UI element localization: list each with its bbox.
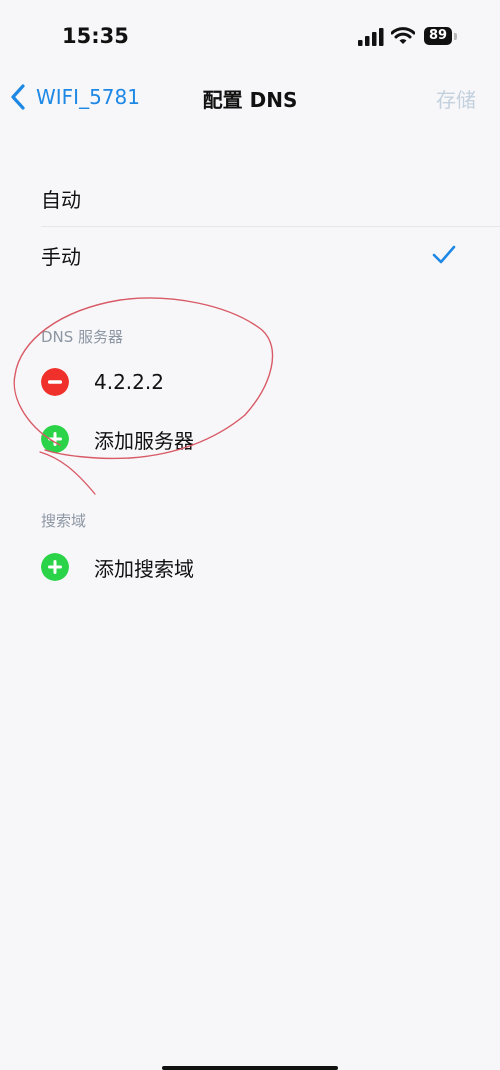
- add-search-domain-label: 添加搜索域: [94, 556, 194, 581]
- wifi-icon: [391, 27, 415, 44]
- cellular-signal-icon: [358, 28, 384, 46]
- dns-server-value[interactable]: 4.2.2.2: [94, 370, 164, 394]
- add-server-label: 添加服务器: [94, 428, 194, 453]
- mode-option-label: 手动: [41, 244, 81, 269]
- status-bar: 15:35 89: [0, 0, 500, 70]
- remove-icon[interactable]: [41, 368, 69, 396]
- battery-indicator: 89: [424, 27, 452, 45]
- hand-drawn-annotation-circle: [13, 297, 274, 495]
- mode-option-manual[interactable]: 手动: [0, 227, 500, 283]
- page-title: 配置 DNS: [202, 88, 298, 112]
- mode-option-automatic[interactable]: 自动: [0, 170, 500, 226]
- add-search-domain-row[interactable]: 添加搜索域: [0, 539, 500, 595]
- checkmark-icon: [432, 245, 456, 264]
- add-icon[interactable]: [41, 553, 69, 581]
- add-server-row[interactable]: 添加服务器: [0, 411, 500, 467]
- mode-option-label: 自动: [41, 187, 81, 212]
- back-button[interactable]: WIFI_5781: [10, 82, 140, 112]
- dns-section-header: DNS 服务器: [41, 328, 124, 346]
- chevron-left-icon: [11, 84, 25, 110]
- save-button[interactable]: 存储: [436, 84, 476, 113]
- search-domain-section-header: 搜索域: [41, 512, 87, 530]
- add-icon[interactable]: [41, 425, 69, 453]
- battery-level: 89: [428, 28, 448, 43]
- back-button-label: WIFI_5781: [36, 85, 140, 109]
- battery-tip: [454, 33, 457, 40]
- dns-server-row: 4.2.2.2: [0, 354, 500, 410]
- status-time: 15:35: [62, 24, 129, 48]
- home-indicator: [162, 1066, 338, 1070]
- navigation-bar: WIFI_5781 配置 DNS 存储: [0, 72, 500, 122]
